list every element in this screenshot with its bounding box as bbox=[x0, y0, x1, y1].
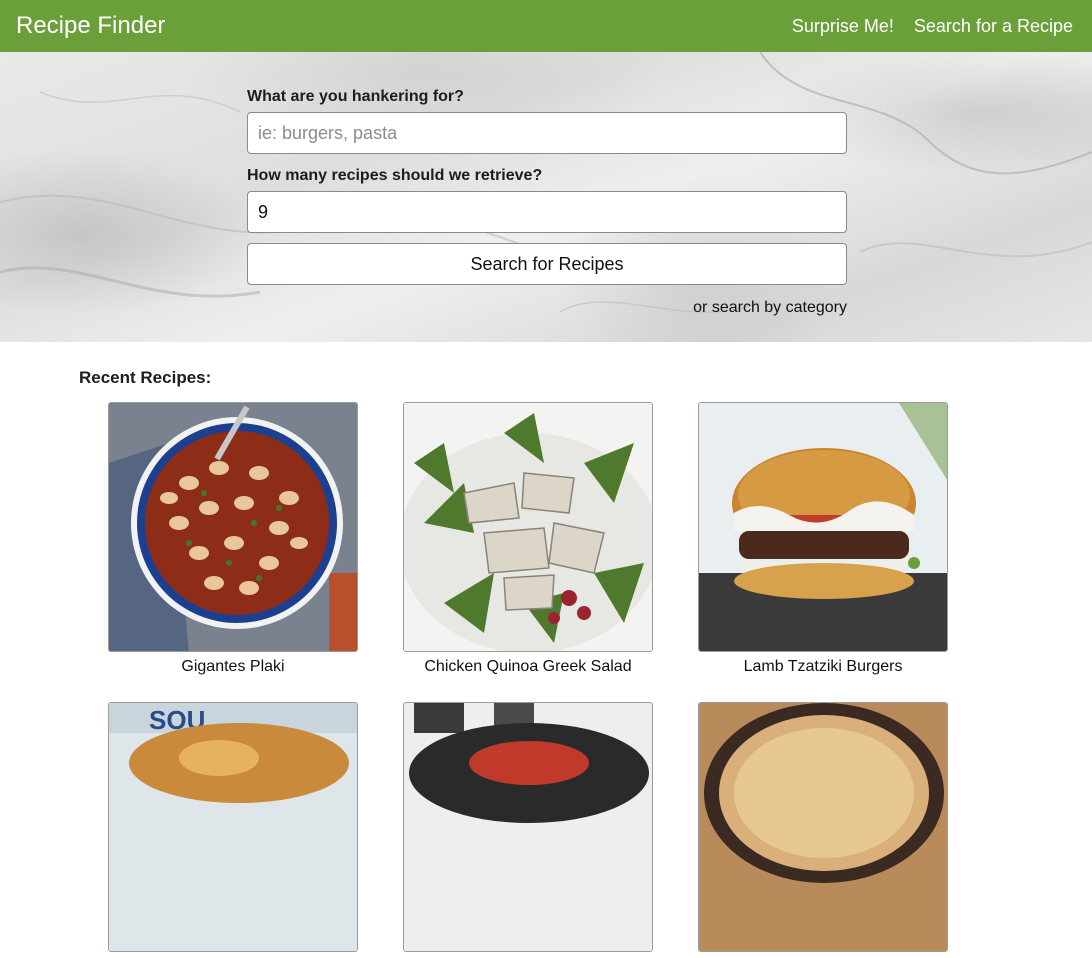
recipe-title[interactable]: Lamb Tzatziki Burgers bbox=[698, 658, 948, 676]
search-by-category-link[interactable]: or search by category bbox=[247, 299, 847, 317]
recipe-image-chicken-quinoa-greek-salad[interactable] bbox=[403, 402, 653, 652]
recipe-card-4[interactable]: SOU bbox=[108, 702, 358, 958]
surprise-me-link[interactable]: Surprise Me! bbox=[792, 16, 894, 37]
count-label: How many recipes should we retrieve? bbox=[247, 167, 543, 184]
marble-hero: What are you hankering for? How many rec… bbox=[0, 52, 1092, 342]
recent-recipes-heading: Recent Recipes: bbox=[79, 368, 212, 387]
recipe-card-5[interactable] bbox=[403, 702, 653, 958]
recipe-card-6[interactable] bbox=[698, 702, 948, 958]
recipe-card-chicken-quinoa-greek-salad[interactable]: Chicken Quinoa Greek Salad bbox=[403, 402, 653, 676]
recipe-image-lamb-tzatziki-burgers[interactable] bbox=[698, 402, 948, 652]
search-recipe-link[interactable]: Search for a Recipe bbox=[914, 16, 1073, 37]
recipe-title[interactable]: Gigantes Plaki bbox=[108, 658, 358, 676]
recipe-image-gigantes-plaki[interactable] bbox=[108, 402, 358, 652]
query-label: What are you hankering for? bbox=[247, 88, 464, 105]
recipe-image-6[interactable] bbox=[698, 702, 948, 952]
top-navbar: Recipe Finder Surprise Me! Search for a … bbox=[0, 0, 1092, 52]
recipe-card-lamb-tzatziki-burgers[interactable]: Lamb Tzatziki Burgers bbox=[698, 402, 948, 676]
brand-link[interactable]: Recipe Finder bbox=[16, 12, 165, 40]
recipe-card-gigantes-plaki[interactable]: Gigantes Plaki bbox=[108, 402, 358, 676]
nav-links: Surprise Me! Search for a Recipe bbox=[792, 16, 1073, 37]
recipe-title[interactable]: Chicken Quinoa Greek Salad bbox=[403, 658, 653, 676]
query-input[interactable] bbox=[247, 112, 847, 154]
recipe-image-4[interactable]: SOU bbox=[108, 702, 358, 952]
count-input[interactable] bbox=[247, 191, 847, 233]
recipe-search-form: What are you hankering for? How many rec… bbox=[247, 88, 847, 317]
recipe-image-5[interactable] bbox=[403, 702, 653, 952]
search-recipes-button[interactable]: Search for Recipes bbox=[247, 243, 847, 285]
